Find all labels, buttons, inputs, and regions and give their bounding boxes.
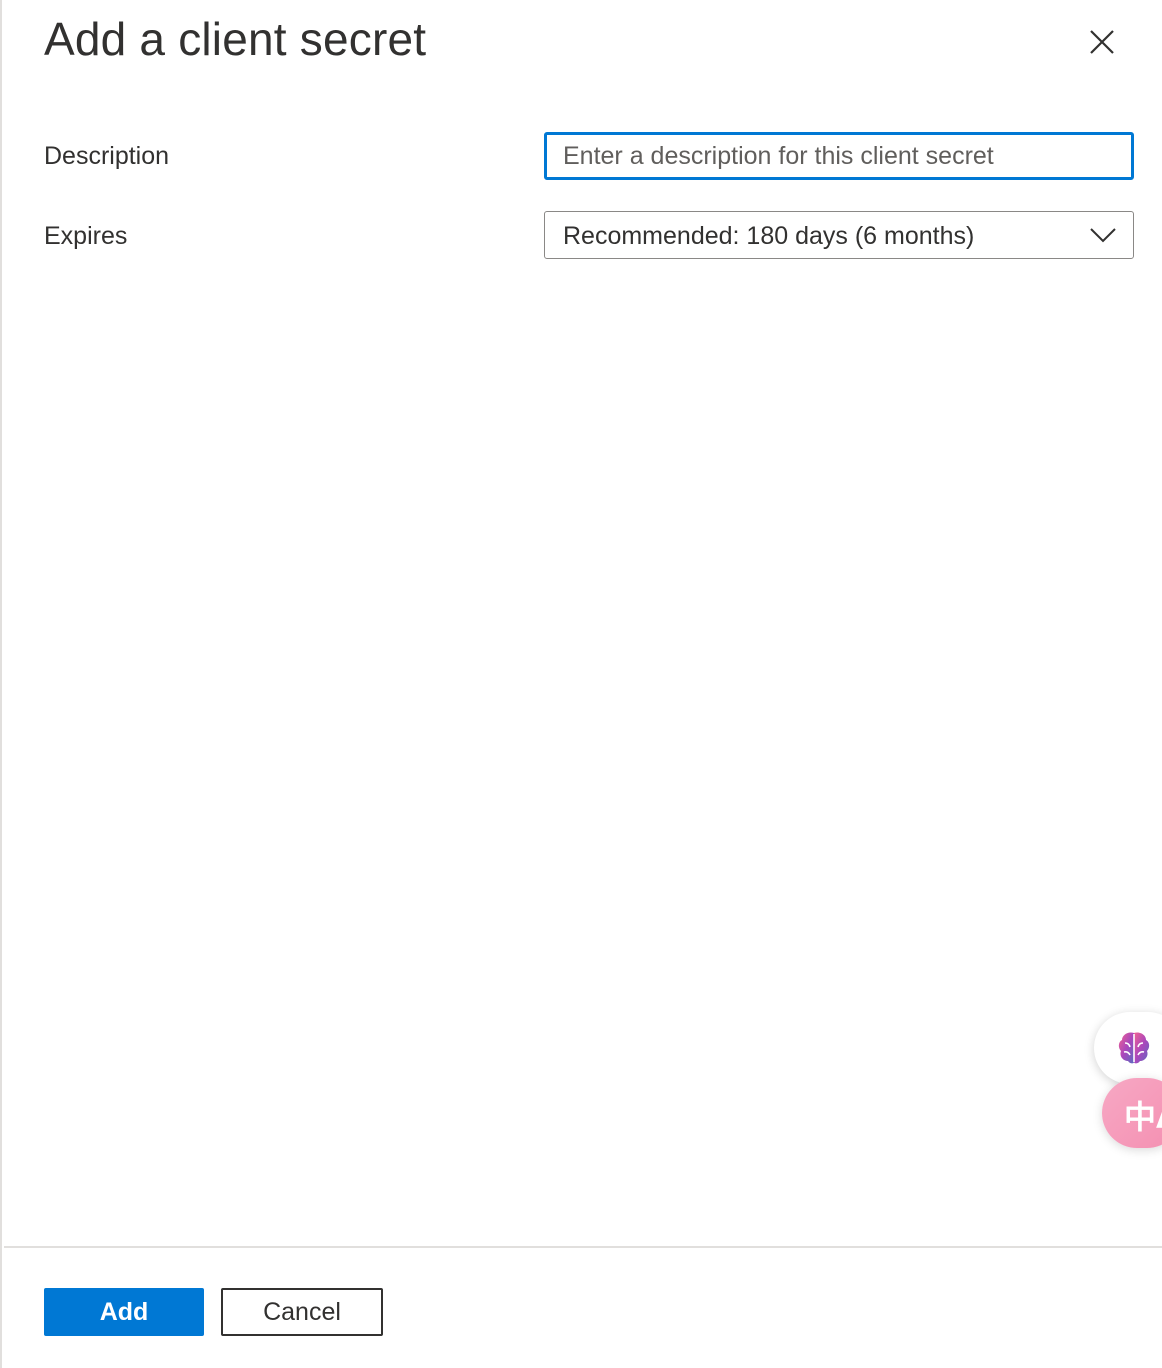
description-label: Description [44,142,170,170]
expires-selected-value: Recommended: 180 days (6 months) [563,222,975,250]
panel-title: Add a client secret [44,13,427,65]
chevron-down-icon [1090,228,1116,243]
close-icon [1090,30,1114,54]
cancel-button[interactable]: Cancel [221,1288,383,1336]
close-button[interactable] [1082,22,1122,62]
expires-label: Expires [44,222,128,250]
expires-dropdown[interactable]: Recommended: 180 days (6 months) [544,211,1134,259]
footer-divider [4,1246,1162,1248]
add-client-secret-panel: Add a client secret Description Expires … [0,0,1162,1368]
add-button[interactable]: Add [44,1288,204,1336]
brain-assistant-button[interactable] [1094,1012,1162,1084]
translate-icon: 中A [1124,1098,1162,1136]
brain-icon [1118,1032,1150,1064]
description-input[interactable] [544,132,1134,180]
translate-button[interactable]: 中A [1102,1078,1162,1148]
